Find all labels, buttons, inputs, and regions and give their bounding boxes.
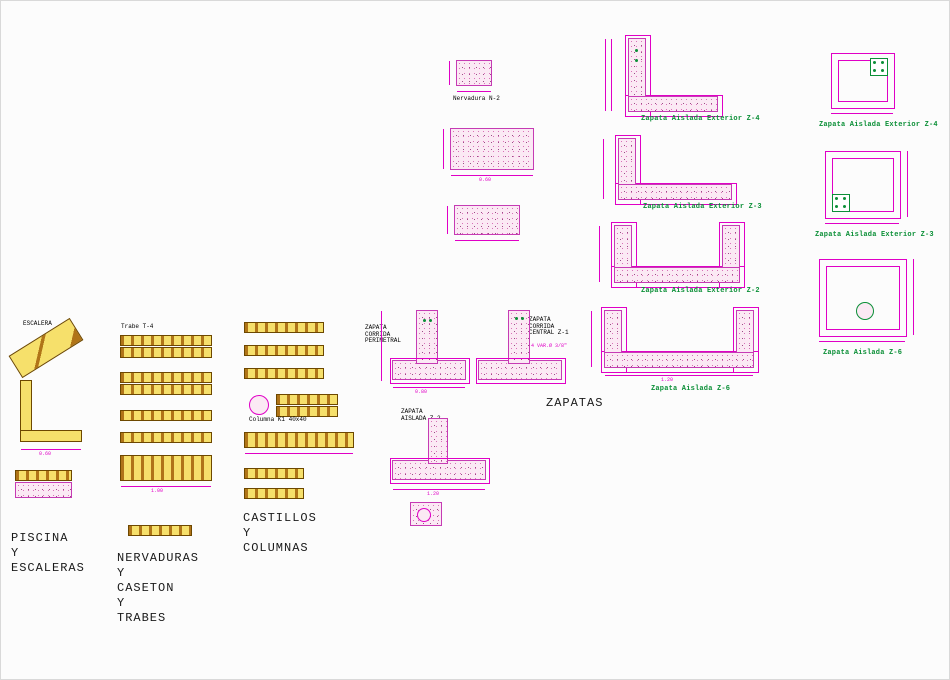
beam-row bbox=[245, 469, 303, 478]
beam-row bbox=[245, 489, 303, 498]
dim-line bbox=[603, 139, 604, 199]
dim-line bbox=[831, 113, 893, 114]
footing-plan-label-z6: Zapata Aislada Z-6 bbox=[823, 349, 902, 357]
dim-text: 0.60 bbox=[39, 451, 51, 457]
dim-line bbox=[447, 206, 448, 234]
footing-label-z2: Zapata Aislada Exterior Z-2 bbox=[641, 287, 760, 295]
pool-ledge bbox=[16, 471, 71, 480]
column-section-circle bbox=[249, 395, 269, 415]
dim-line bbox=[393, 489, 485, 490]
column-beam-long bbox=[245, 433, 353, 447]
beam-row bbox=[121, 411, 211, 420]
beam-row bbox=[121, 336, 211, 345]
beam-row bbox=[121, 385, 211, 394]
footing-section-perimetral bbox=[393, 311, 465, 381]
footing-z4 bbox=[629, 39, 717, 111]
dim-text: 0.60 bbox=[479, 177, 491, 183]
section-title-castillos: CASTILLOS Y COLUMNAS bbox=[243, 511, 317, 556]
beam-row bbox=[121, 433, 211, 442]
column-annotation: Columna K1 40x40 bbox=[249, 417, 307, 424]
dim-line bbox=[245, 453, 353, 454]
dim-line bbox=[907, 151, 908, 217]
nerv-section-2 bbox=[455, 206, 519, 234]
dim-line bbox=[913, 259, 914, 335]
stair-detail-1 bbox=[10, 319, 82, 376]
dim-line bbox=[457, 91, 491, 92]
footing-label-z4: Zapata Aislada Exterior Z-4 bbox=[641, 115, 760, 123]
dim-line bbox=[443, 129, 444, 169]
cad-drawing-canvas: PISCINA Y ESCALERAS NERVADURAS Y CASETON… bbox=[0, 0, 950, 680]
pool-slab bbox=[16, 483, 71, 497]
dim-text: 1.20 bbox=[661, 377, 673, 383]
footing-z6 bbox=[605, 311, 753, 367]
rebar-note: 4 VAR.Ø 3/8" bbox=[531, 343, 567, 349]
beam-row bbox=[245, 369, 323, 378]
dim-line bbox=[605, 375, 753, 376]
footing-section-aislada bbox=[393, 419, 485, 481]
beam-row bbox=[277, 407, 337, 416]
beam-row bbox=[245, 346, 323, 355]
dim-line bbox=[381, 311, 382, 381]
trabe-section bbox=[451, 129, 533, 169]
dim-line bbox=[599, 226, 600, 282]
dim-line bbox=[21, 449, 81, 450]
dim-line bbox=[611, 39, 612, 111]
dim-line bbox=[825, 223, 899, 224]
dim-line bbox=[121, 486, 211, 487]
beam-annotation: Trabe T-4 bbox=[121, 324, 153, 331]
dim-line bbox=[819, 341, 905, 342]
dim-line bbox=[449, 61, 450, 85]
footing-label-z6: Zapata Aislada Z-6 bbox=[651, 385, 730, 393]
dim-line bbox=[451, 175, 533, 176]
dim-line bbox=[455, 240, 519, 241]
dim-text: 0.80 bbox=[415, 389, 427, 395]
section-title-nervaduras: NERVADURAS Y CASETON Y TRABES bbox=[117, 551, 199, 626]
column-circle-small bbox=[417, 508, 431, 522]
dim-line bbox=[591, 311, 592, 367]
beam-row bbox=[129, 526, 191, 535]
footing-label-z3: Zapata Aislada Exterior Z-3 bbox=[643, 203, 762, 211]
trabe-block bbox=[121, 456, 211, 480]
beam-row bbox=[121, 373, 211, 382]
dim-text: 1.00 bbox=[151, 488, 163, 494]
footing-plan-label-z4: Zapata Aislada Exterior Z-4 bbox=[819, 121, 938, 129]
nerv-label: Nervadura N-2 bbox=[453, 96, 500, 103]
dim-text: 1.20 bbox=[427, 491, 439, 497]
dim-line bbox=[393, 387, 465, 388]
beam-row bbox=[121, 348, 211, 357]
footing-plan-z6 bbox=[819, 259, 907, 337]
dim-line bbox=[605, 39, 606, 111]
footing-plan-z4 bbox=[831, 53, 895, 109]
footing-z2 bbox=[615, 226, 739, 282]
stair-annotation: ESCALERA bbox=[23, 321, 52, 328]
section-title-piscina: PISCINA Y ESCALERAS bbox=[11, 531, 85, 576]
beam-row bbox=[277, 395, 337, 404]
nerv-section-1 bbox=[457, 61, 491, 85]
footing-plan-z3 bbox=[825, 151, 901, 219]
footing-plan-label-z3: Zapata Aislada Exterior Z-3 bbox=[815, 231, 934, 239]
footing-z3 bbox=[619, 139, 731, 199]
section-title-zapatas: ZAPATAS bbox=[546, 396, 603, 411]
beam-row bbox=[245, 323, 323, 332]
